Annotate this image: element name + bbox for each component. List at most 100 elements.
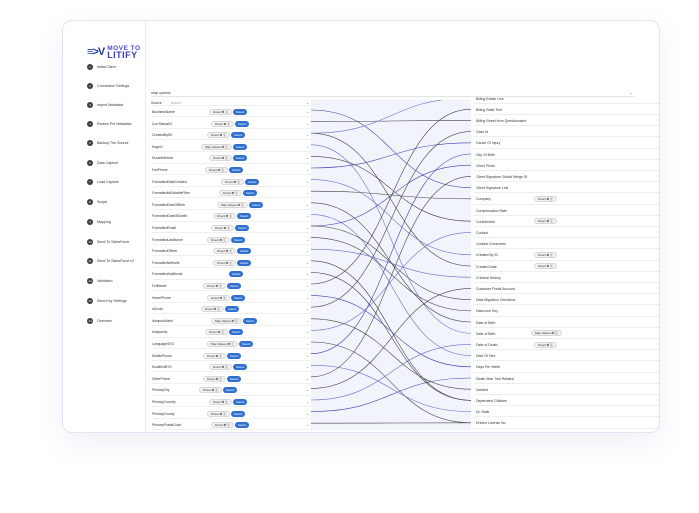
chevron-down-icon[interactable]: ⌄ xyxy=(306,214,309,218)
step-item[interactable]: 5 Backup The Source xyxy=(87,140,129,146)
mapping-type-pill[interactable]: Map Values ⇄ ⓧ xyxy=(207,341,238,347)
chevron-down-icon[interactable]: ⌄ xyxy=(306,110,309,114)
chevron-down-icon[interactable]: ⌄ xyxy=(306,377,309,381)
mapping-type-pill[interactable]: Direct ⇄ ⓧ xyxy=(203,375,227,382)
step-item[interactable]: 8 Scope xyxy=(87,199,107,205)
select-button[interactable]: Select xyxy=(229,329,244,336)
chevron-down-icon[interactable]: ⌄ xyxy=(306,101,309,105)
chevron-down-icon[interactable]: ⌄ xyxy=(306,400,309,404)
chevron-down-icon[interactable]: ⌄ xyxy=(306,145,309,149)
mapping-type-pill[interactable]: Direct ⇄ ⓧ xyxy=(201,306,225,313)
chevron-down-icon[interactable]: ⌄ xyxy=(306,122,309,126)
mapping-type-pill[interactable]: Direct ⇄ ⓧ xyxy=(211,120,235,127)
step-item[interactable]: 11 Send To SalesForce v2 xyxy=(87,258,134,264)
chevron-down-icon[interactable]: ⌄ xyxy=(306,319,309,323)
mapping-type-pill[interactable]: Direct ⇄ ⓧ xyxy=(534,218,558,225)
chevron-down-icon[interactable]: ⌄ xyxy=(306,296,309,300)
select-button[interactable]: Select xyxy=(223,387,238,394)
chevron-down-icon[interactable]: ⌄ xyxy=(306,342,309,346)
mapping-type-pill[interactable]: Direct ⇄ ⓧ xyxy=(203,352,227,359)
chevron-down-icon[interactable]: ⌄ xyxy=(306,168,309,172)
chevron-down-icon[interactable]: ⌄ xyxy=(306,388,309,392)
mapping-type-pill[interactable]: Map Values ⇄ ⓧ xyxy=(531,330,562,337)
select-button[interactable]: Select xyxy=(227,283,242,289)
mapping-type-pill[interactable]: Direct ⇄ ⓧ xyxy=(534,251,558,258)
chevron-down-icon[interactable]: ⌄ xyxy=(306,365,309,369)
chevron-down-icon[interactable]: ⌄ xyxy=(306,307,309,311)
mapping-type-pill[interactable]: Direct ⇄ ⓧ xyxy=(209,155,233,162)
select-button[interactable]: Select xyxy=(233,109,248,115)
mapping-type-pill[interactable]: Map Values ⇄ ⓧ xyxy=(217,201,248,208)
select-button[interactable]: Select xyxy=(249,201,264,208)
select-button[interactable]: Select xyxy=(235,225,250,231)
step-item[interactable]: 6 Data Capture xyxy=(87,160,118,166)
mapping-type-pill[interactable]: Direct ⇄ ⓧ xyxy=(203,283,227,289)
chevron-down-icon[interactable]: ⌄ xyxy=(306,133,309,137)
mapping-type-pill[interactable]: Direct ⇄ ⓧ xyxy=(219,190,243,197)
step-item[interactable]: 2 Connection Settings xyxy=(87,83,129,89)
chevron-down-icon[interactable]: ⌄ xyxy=(306,249,309,253)
select-button[interactable]: Select xyxy=(245,178,260,185)
select-button[interactable]: Select xyxy=(225,306,240,313)
mapping-type-pill[interactable]: Direct ⇄ ⓧ xyxy=(205,167,229,173)
select-button[interactable]: Select xyxy=(243,190,258,197)
select-button[interactable]: Select xyxy=(239,341,254,347)
select-button[interactable]: Select xyxy=(233,143,248,150)
select-button[interactable]: Select xyxy=(233,155,248,162)
mapping-type-pill[interactable]: Direct ⇄ ⓧ xyxy=(205,329,229,336)
select-button[interactable]: Select xyxy=(237,259,252,266)
chevron-down-icon[interactable]: ⌄ xyxy=(306,272,309,276)
chevron-down-icon[interactable]: ⌄ xyxy=(306,156,309,160)
chevron-down-icon[interactable]: ⌄ xyxy=(306,284,309,288)
select-button[interactable]: Select xyxy=(233,399,248,405)
select-button[interactable]: Select xyxy=(235,120,250,127)
select-button[interactable]: Select xyxy=(243,317,258,324)
mapping-type-pill[interactable]: Direct ⇄ ⓧ xyxy=(213,248,237,255)
chevron-down-icon[interactable]: ⌄ xyxy=(306,354,309,358)
chevron-down-icon[interactable]: ⌄ xyxy=(306,423,309,427)
select-button[interactable]: Select xyxy=(231,132,246,139)
chevron-down-icon[interactable]: ⌄ xyxy=(306,226,309,230)
select-button[interactable]: Select xyxy=(231,236,246,243)
search-input[interactable]: search xyxy=(171,101,181,105)
select-button[interactable]: Select xyxy=(235,422,250,429)
select-button[interactable]: Select xyxy=(231,410,246,417)
chevron-down-icon[interactable]: ⌄ xyxy=(306,412,309,416)
mapping-type-pill[interactable]: Direct ⇄ ⓧ xyxy=(534,341,558,348)
select-button[interactable]: Select xyxy=(231,294,246,301)
mapping-type-pill[interactable]: Map Values ⇄ ⓧ xyxy=(211,317,242,324)
chevron-down-icon[interactable]: ⌄ xyxy=(306,261,309,265)
mapping-type-pill[interactable]: Direct ⇄ ⓧ xyxy=(213,213,237,220)
mapping-type-pill[interactable]: Direct ⇄ ⓧ xyxy=(221,178,245,185)
select-button[interactable]: Select xyxy=(227,352,242,359)
mapping-type-pill[interactable]: Map Values ⇄ ⓧ xyxy=(201,143,232,150)
step-item[interactable]: 9 Mapping xyxy=(87,219,111,225)
select-button[interactable]: Select xyxy=(229,271,244,278)
step-item[interactable]: 3 Import Metadata xyxy=(87,102,123,108)
select-button[interactable]: Select xyxy=(227,375,242,382)
chevron-down-icon[interactable]: ⌄ xyxy=(306,203,309,207)
step-item[interactable]: 13 Send Key Settings xyxy=(87,298,127,304)
select-button[interactable]: Select xyxy=(237,248,252,255)
mapping-type-pill[interactable]: Direct ⇄ ⓧ xyxy=(207,294,231,301)
step-item[interactable]: 10 Send To SalesForce xyxy=(87,239,129,245)
mapping-type-pill[interactable]: Direct ⇄ ⓧ xyxy=(207,236,231,243)
mapping-type-pill[interactable]: Direct ⇄ ⓧ xyxy=(211,225,235,231)
step-item[interactable]: 12 Validation xyxy=(87,278,113,284)
select-button[interactable]: Select xyxy=(233,364,248,371)
step-item[interactable]: 14 Overview xyxy=(87,318,112,324)
mapping-type-pill[interactable]: Direct ⇄ ⓧ xyxy=(199,387,223,394)
select-button[interactable]: Select xyxy=(229,167,244,173)
chevron-down-icon[interactable]: ⌄ xyxy=(306,330,309,334)
chevron-down-icon[interactable]: ⌄ xyxy=(306,180,309,184)
mapping-type-pill[interactable]: Direct ⇄ ⓧ xyxy=(207,410,231,417)
mapping-type-pill[interactable]: Direct ⇄ ⓧ xyxy=(209,399,233,405)
step-item[interactable]: 7 Load Capture xyxy=(87,179,119,185)
mapping-type-pill[interactable]: Direct ⇄ ⓧ xyxy=(211,422,235,429)
select-button[interactable]: Select xyxy=(237,213,252,220)
mapping-type-pill[interactable]: Direct ⇄ ⓧ xyxy=(209,109,233,115)
mapping-type-pill[interactable]: Direct ⇄ ⓧ xyxy=(207,132,231,139)
step-item[interactable]: 1 Initial Client xyxy=(87,64,116,70)
step-item[interactable]: 4 Review Pre Metadata xyxy=(87,121,131,127)
mapping-type-pill[interactable]: Direct ⇄ ⓧ xyxy=(534,263,558,270)
